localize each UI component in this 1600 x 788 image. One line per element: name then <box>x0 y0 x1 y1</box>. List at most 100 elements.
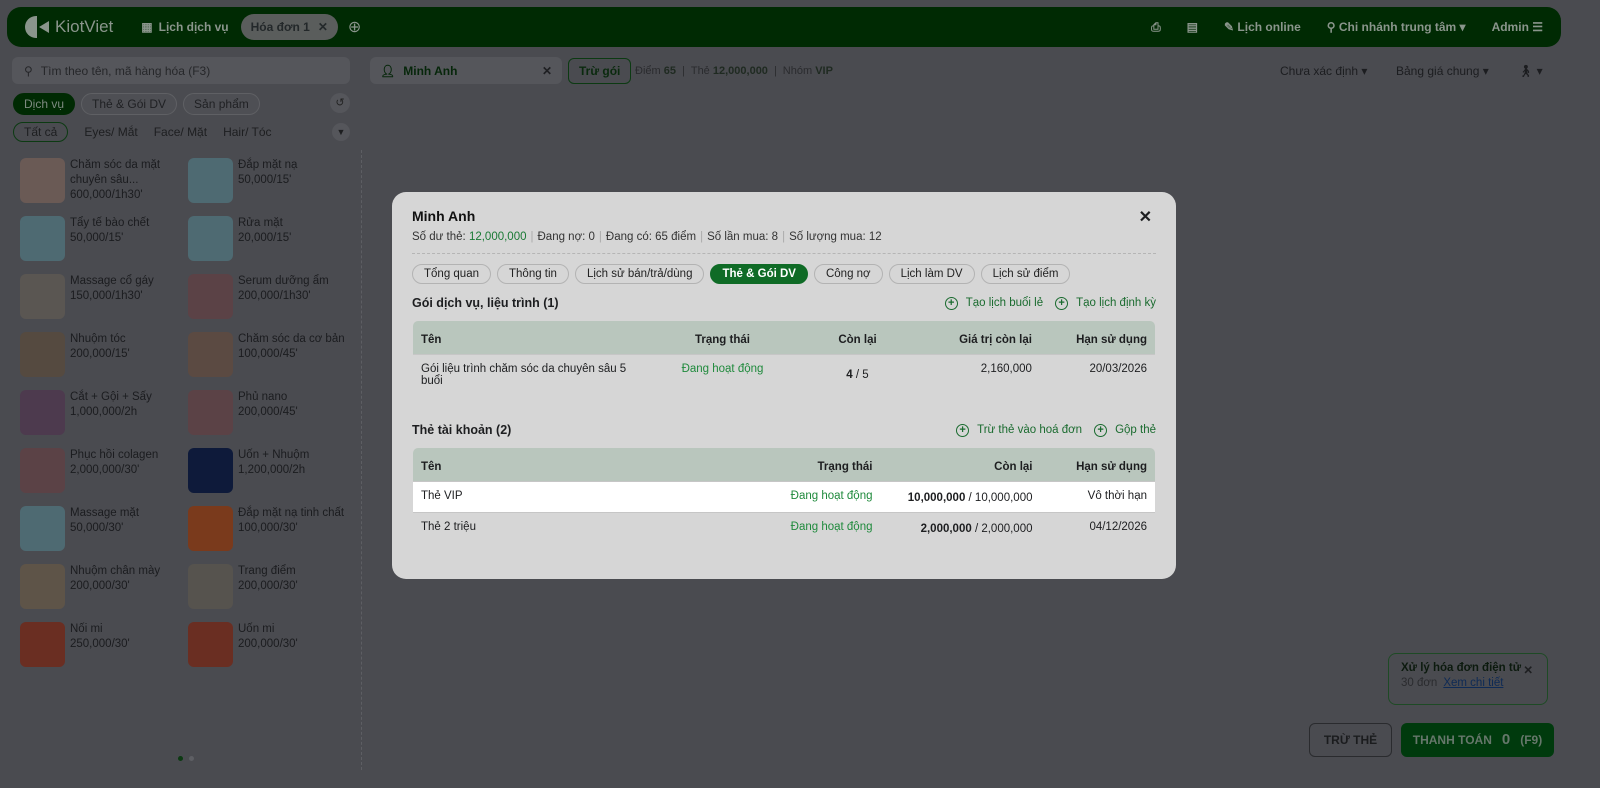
product-item[interactable]: Cắt + Gội + Sấy 1,000,000/2h <box>20 390 188 435</box>
product-item[interactable]: Chăm sóc da mặt chuyên sâu... 600,000/1h3… <box>20 158 188 203</box>
product-search-input[interactable]: ⚲ Tìm theo tên, mã hàng hóa (F3) <box>12 57 350 84</box>
product-item[interactable]: Tẩy tế bào chết 50,000/15' <box>20 216 188 261</box>
modal-tab[interactable]: Tổng quan <box>412 264 491 284</box>
deduct-card-to-invoice-button[interactable]: + Trừ thẻ vào hoá đơn <box>956 423 1082 437</box>
category-chip[interactable]: Dịch vụ <box>13 93 76 115</box>
chevron-down-icon[interactable]: ▼ <box>332 123 350 141</box>
card-value: 12,000,000 <box>712 65 768 77</box>
product-text: Uốn + Nhuộm 1,200,000/2h <box>238 448 309 493</box>
product-item[interactable]: Massage mặt 50,000/30' <box>20 506 188 551</box>
deduct-package-button[interactable]: Trừ gói <box>568 58 632 84</box>
print-icon[interactable]: ⎙ <box>1151 20 1161 35</box>
customer-field[interactable]: 👤︎ Minh Anh ✕ <box>370 57 562 84</box>
pricebook-dropdown[interactable]: Bảng giá chung ▾ <box>1396 64 1489 78</box>
action-label: Tạo lịch định kỳ <box>1076 296 1156 309</box>
cards-header: Thẻ tài khoản (2) + Trừ thẻ vào hoá đơn +… <box>412 423 1156 437</box>
modal-tab[interactable]: Lịch sử điểm <box>980 264 1071 284</box>
document-icon[interactable]: ▤ <box>1187 20 1198 34</box>
clear-customer-icon[interactable]: ✕ <box>542 64 552 78</box>
product-item[interactable]: Serum dưỡng ẩm 200,000/1h30' <box>188 274 356 319</box>
summary-value: 8 <box>771 231 779 243</box>
modal-tab[interactable]: Công nợ <box>813 264 883 284</box>
summary-label: Đang nợ: <box>537 231 589 243</box>
customer-info: Điểm 65 | Thẻ 12,000,000 | Nhóm VIP <box>635 65 833 77</box>
page-dot[interactable] <box>178 756 183 761</box>
status-dropdown[interactable]: Chưa xác định ▾ <box>1280 64 1367 78</box>
table-row[interactable]: Thẻ 2 triệu Đang hoạt động 2,000,000 / 2,0… <box>413 512 1155 543</box>
col-header: Còn lại <box>792 321 923 355</box>
create-single-session-button[interactable]: + Tạo lịch buổi lẻ <box>944 296 1043 310</box>
filter-tab[interactable]: Hair/ Tóc <box>223 125 271 139</box>
online-schedule[interactable]: ✎ Lịch online <box>1224 20 1301 34</box>
walking-mode-dropdown[interactable]: 🚶︎ ▾ <box>1518 64 1543 78</box>
search-icon: ⚲ <box>24 63 33 78</box>
category-chip[interactable]: Thẻ & Gói DV <box>81 93 178 115</box>
product-item[interactable]: Uốn mi 200,000/30' <box>188 622 356 667</box>
plus-circle-icon: + <box>1094 423 1108 437</box>
product-name: Uốn + Nhuộm <box>238 449 310 461</box>
product-price: 1,000,000/2h <box>70 406 138 418</box>
remaining: 4 / 5 <box>792 354 923 398</box>
nav-schedule[interactable]: ▦ Lịch dịch vụ <box>141 20 228 34</box>
category-chip[interactable]: Sản phẩm <box>183 93 260 115</box>
product-item[interactable]: Rửa mặt 20,000/15' <box>188 216 356 261</box>
customer-name: Minh Anh <box>403 63 458 78</box>
table-row[interactable]: Gói liệu trình chăm sóc da chuyên sâu 5 … <box>413 354 1155 398</box>
product-item[interactable]: Đắp mặt nạ tinh chất 100,000/30' <box>188 506 356 551</box>
filter-tab[interactable]: Face/ Mặt <box>154 125 207 139</box>
product-text: Uốn mi 200,000/30' <box>238 622 298 667</box>
pagination-dots[interactable] <box>178 756 194 761</box>
product-text: Tẩy tế bào chết 50,000/15' <box>70 216 149 261</box>
product-text: Massage cổ gáy 150,000/1h30' <box>70 274 154 319</box>
user-label: Admin <box>1491 20 1529 34</box>
product-text: Massage mặt 50,000/30' <box>70 506 139 551</box>
product-item[interactable]: Phủ nano 200,000/45' <box>188 390 356 435</box>
packages-table: Tên Trạng thái Còn lại Giá trị còn lại Hạn s… <box>412 320 1156 399</box>
product-item[interactable]: Trang điểm 200,000/30' <box>188 564 356 609</box>
separator: | <box>782 231 786 243</box>
close-icon[interactable]: ✕ <box>1523 663 1533 677</box>
modal-tab[interactable]: Lịch làm DV <box>888 264 975 284</box>
product-item[interactable]: Đắp mặt nạ 50,000/15' <box>188 158 356 203</box>
product-item[interactable]: Phục hồi colagen 2,000,000/30' <box>20 448 188 493</box>
view-details-link[interactable]: Xem chi tiết <box>1443 677 1503 689</box>
modal-tab[interactable]: Thông tin <box>497 264 569 284</box>
product-item[interactable]: Nối mi 250,000/30' <box>20 622 188 667</box>
table-row[interactable]: Thẻ VIP Đang hoạt động 10,000,000 / 10,000… <box>413 481 1155 513</box>
merge-cards-button[interactable]: + Gộp thẻ <box>1094 423 1156 437</box>
product-item[interactable]: Massage cổ gáy 150,000/1h30' <box>20 274 188 319</box>
tab-label: Hóa đơn 1 <box>250 20 310 34</box>
history-icon[interactable]: ↺ <box>330 93 350 113</box>
product-item[interactable]: Nhuộm tóc 200,000/15' <box>20 332 188 377</box>
pay-button[interactable]: THANH TOÁN 0 (F9) <box>1401 723 1554 757</box>
nav-schedule-label: Lịch dịch vụ <box>158 20 229 34</box>
summary-value: 12 <box>868 231 882 243</box>
deduct-card-button[interactable]: TRỪ THẺ <box>1309 723 1392 757</box>
col-header: Tên <box>413 448 731 482</box>
brand-logo[interactable]: KiotViet <box>25 16 113 38</box>
summary-value: 65 điểm <box>655 231 697 243</box>
product-image <box>20 390 65 435</box>
branch-dropdown[interactable]: ⚲ Chi nhánh trung tâm ▾ <box>1327 20 1466 34</box>
product-item[interactable]: Chăm sóc da cơ bản 100,000/45' <box>188 332 356 377</box>
filter-tab[interactable]: Tất cả <box>13 122 69 142</box>
create-recurring-button[interactable]: + Tạo lịch định kỳ <box>1055 296 1156 310</box>
product-price: 200,000/15' <box>70 348 130 360</box>
product-item[interactable]: Uốn + Nhuộm 1,200,000/2h <box>188 448 356 493</box>
close-icon[interactable]: ✕ <box>318 20 328 34</box>
tab-invoice-1[interactable]: Hóa đơn 1 ✕ <box>240 14 338 40</box>
user-menu[interactable]: Admin ☰ <box>1492 20 1543 34</box>
modal-tab[interactable]: Thẻ & Gói DV <box>710 264 808 284</box>
summary-label: Số lượng mua: <box>789 231 869 243</box>
remaining-total: / 10,000,000 <box>965 492 1033 504</box>
page-dot[interactable] <box>189 756 194 761</box>
product-image <box>188 158 233 203</box>
modal-tab[interactable]: Lịch sử bán/trả/dùng <box>574 264 705 284</box>
product-price: 200,000/30' <box>70 580 130 592</box>
filter-tab[interactable]: Eyes/ Mắt <box>84 125 137 139</box>
close-icon[interactable]: ✕ <box>1139 207 1152 227</box>
add-tab-icon[interactable]: ⊕ <box>348 17 361 37</box>
remaining-total: / 2,000,000 <box>971 523 1033 535</box>
product-item[interactable]: Nhuộm chân mày 200,000/30' <box>20 564 188 609</box>
product-text: Đắp mặt nạ tinh chất 100,000/30' <box>238 506 344 551</box>
